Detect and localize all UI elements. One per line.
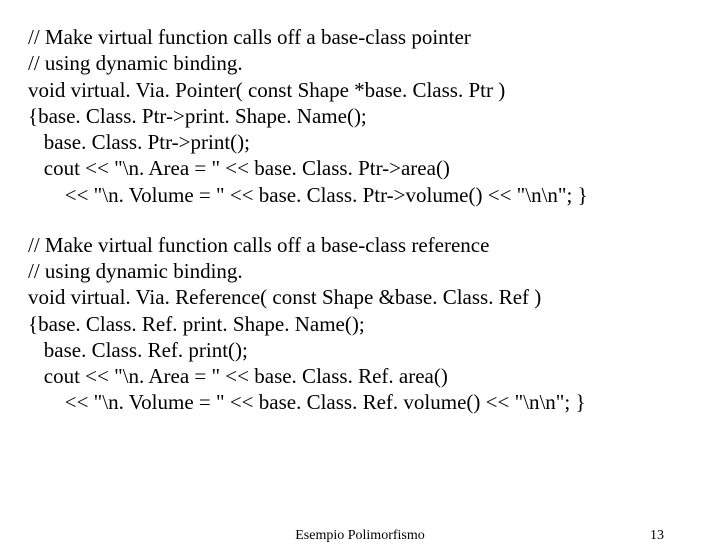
code-line: // Make virtual function calls off a bas…	[28, 24, 692, 50]
code-line: << "\n. Volume = " << base. Class. Ptr->…	[28, 182, 692, 208]
code-line: // Make virtual function calls off a bas…	[28, 232, 692, 258]
code-line: {base. Class. Ref. print. Shape. Name();	[28, 311, 692, 337]
code-line: // using dynamic binding.	[28, 258, 692, 284]
code-line: void virtual. Via. Pointer( const Shape …	[28, 77, 692, 103]
code-line: // using dynamic binding.	[28, 50, 692, 76]
code-block-reference: // Make virtual function calls off a bas…	[28, 232, 692, 416]
footer-title: Esempio Polimorfismo	[0, 528, 720, 544]
code-line: void virtual. Via. Reference( const Shap…	[28, 284, 692, 310]
code-line: << "\n. Volume = " << base. Class. Ref. …	[28, 389, 692, 415]
code-line: base. Class. Ref. print();	[28, 337, 692, 363]
block-spacer	[28, 208, 692, 232]
code-line: base. Class. Ptr->print();	[28, 129, 692, 155]
code-line: cout << "\n. Area = " << base. Class. Pt…	[28, 155, 692, 181]
slide-content: // Make virtual function calls off a bas…	[0, 0, 720, 416]
code-line: {base. Class. Ptr->print. Shape. Name();	[28, 103, 692, 129]
code-block-pointer: // Make virtual function calls off a bas…	[28, 24, 692, 208]
footer-page-number: 13	[650, 528, 664, 544]
code-line: cout << "\n. Area = " << base. Class. Re…	[28, 363, 692, 389]
